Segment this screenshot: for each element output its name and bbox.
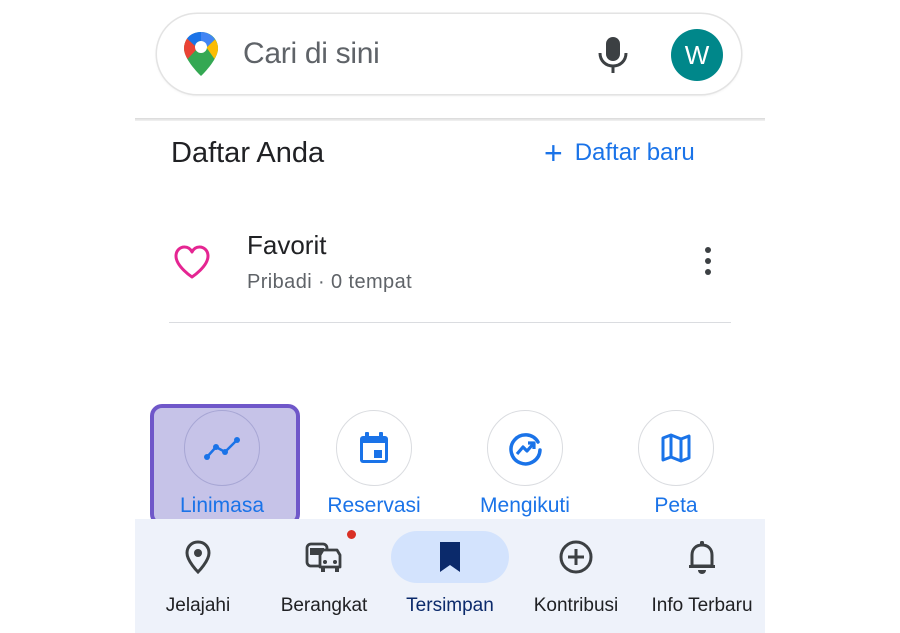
timeline-icon — [204, 437, 240, 460]
shortcut-linimasa[interactable]: Linimasa — [147, 410, 297, 522]
new-list-label: Daftar baru — [574, 139, 695, 166]
notification-badge — [346, 529, 357, 540]
shortcut-label: Linimasa — [179, 494, 265, 517]
shortcut-circle — [487, 410, 563, 486]
shortcut-label: Mengikuti — [480, 494, 570, 517]
nav-icon-wrap — [391, 531, 509, 583]
section-title: Daftar Anda — [171, 137, 325, 169]
nav-label: Tersimpan — [406, 595, 494, 616]
shortcut-circle — [638, 410, 714, 486]
nav-icon-wrap — [523, 531, 629, 583]
nav-item-berangkat[interactable]: Berangkat — [261, 519, 387, 633]
nav-item-kontribusi[interactable]: Kontribusi — [513, 519, 639, 633]
shortcut-reservasi[interactable]: Reservasi — [299, 410, 449, 522]
nav-item-tersimpan[interactable]: Tersimpan — [387, 519, 513, 633]
location-pin-icon — [185, 540, 211, 574]
new-list-button[interactable]: + Daftar baru — [544, 136, 695, 170]
list-item-favorit[interactable]: Favorit Pribadi · 0 tempat — [135, 216, 765, 316]
shortcut-circle — [336, 410, 412, 486]
account-avatar[interactable]: W — [671, 29, 723, 81]
shortcut-circle — [184, 410, 260, 486]
following-icon — [509, 433, 542, 466]
shortcut-peta[interactable]: Peta — [601, 410, 751, 522]
nav-icon-wrap — [649, 531, 755, 583]
bottom-navigation: Jelajahi Berangkat Tersimpan Kontribusi … — [135, 519, 765, 633]
shortcut-label: Peta — [654, 494, 698, 517]
map-icon — [661, 433, 691, 463]
sheet-divider — [135, 118, 765, 121]
heart-icon — [174, 245, 210, 279]
commute-icon — [305, 542, 342, 572]
bell-icon — [689, 541, 715, 574]
nav-item-jelajahi[interactable]: Jelajahi — [135, 519, 261, 633]
nav-label: Kontribusi — [533, 595, 619, 616]
maps-saved-screen: Cari di sini W Daftar Anda + Daftar baru… — [135, 0, 765, 633]
shortcut-mengikuti[interactable]: Mengikuti — [450, 410, 600, 522]
nav-icon-wrap — [145, 531, 251, 583]
list-item-subtitle: Pribadi · 0 tempat — [247, 271, 413, 293]
add-circle-icon — [559, 540, 593, 574]
list-divider — [169, 322, 731, 323]
bookmark-icon — [440, 542, 460, 572]
plus-icon: + — [544, 135, 563, 171]
nav-icon-wrap — [271, 531, 377, 583]
nav-label: Info Terbaru — [651, 595, 753, 616]
shortcut-label: Reservasi — [327, 494, 421, 517]
search-input[interactable]: Cari di sini — [243, 38, 380, 70]
microphone-icon[interactable] — [595, 35, 631, 75]
calendar-icon — [360, 432, 388, 463]
more-vert-icon[interactable] — [703, 246, 713, 276]
nav-item-info-terbaru[interactable]: Info Terbaru — [639, 519, 765, 633]
search-bar[interactable]: Cari di sini W — [157, 14, 741, 94]
google-maps-logo-icon — [184, 32, 218, 76]
nav-label: Berangkat — [280, 595, 368, 616]
list-item-title: Favorit — [247, 230, 327, 260]
